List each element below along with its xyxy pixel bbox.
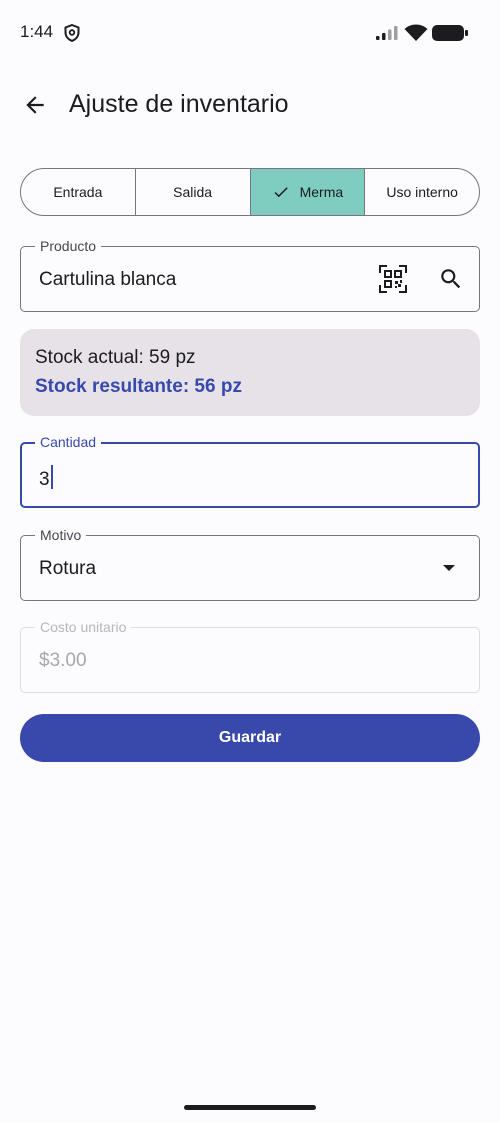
segment-uso-interno[interactable]: Uso interno [364,169,479,215]
stock-info-card: Stock actual: 59 pz Stock resultante: 56… [20,329,480,416]
battery-icon [432,25,468,41]
segment-salida[interactable]: Salida [134,169,250,215]
status-bar: 1:44 [0,0,500,64]
stock-current-text: Stock actual: 59 pz [35,347,196,368]
reason-field-label: Motivo [35,526,87,544]
unit-cost-field-value: $3.00 [39,650,87,671]
text-cursor [50,465,53,489]
product-field-value: Cartulina blanca [39,269,177,290]
unit-cost-field: Costo unitario $3.00 [20,618,480,693]
save-button[interactable]: Guardar [20,714,480,762]
signal-icon [376,26,398,40]
qr-scan-button[interactable] [378,264,408,294]
arrow-back-icon [26,96,44,114]
reason-dropdown[interactable]: Motivo Rotura [20,526,480,601]
wifi-icon [404,24,428,41]
home-indicator[interactable] [184,1105,316,1110]
quantity-field[interactable]: Cantidad 3 [20,433,480,508]
quantity-field-label: Cantidad [35,433,102,451]
back-button[interactable] [14,84,56,126]
quantity-field-value: 3 [39,465,53,491]
segment-merma[interactable]: Merma [249,169,365,215]
segment-label: Salida [173,184,213,200]
status-time: 1:44 [20,22,54,41]
dropdown-arrow-icon [443,565,455,571]
check-icon [272,183,290,201]
segment-entrada[interactable]: Entrada [21,169,135,215]
qr-code-scan-icon [379,265,407,293]
segment-label: Entrada [53,184,103,200]
segment-label: Merma [299,184,344,200]
app-bar: Ajuste de inventario [0,64,500,144]
product-field[interactable]: Producto Cartulina blanca [20,237,480,312]
segment-label: Uso interno [386,184,458,200]
reason-field-value: Rotura [39,558,97,579]
search-icon [441,269,461,289]
shield-icon [64,24,80,42]
product-field-label: Producto [35,237,102,255]
search-button[interactable] [436,264,466,294]
stock-resulting-text: Stock resultante: 56 pz [35,376,242,397]
quantity-value-text: 3 [39,469,50,490]
unit-cost-field-label: Costo unitario [35,618,132,636]
page-title: Ajuste de inventario [69,90,289,118]
adjustment-type-segmented-control: Entrada Salida Merma Uso interno [20,168,480,216]
